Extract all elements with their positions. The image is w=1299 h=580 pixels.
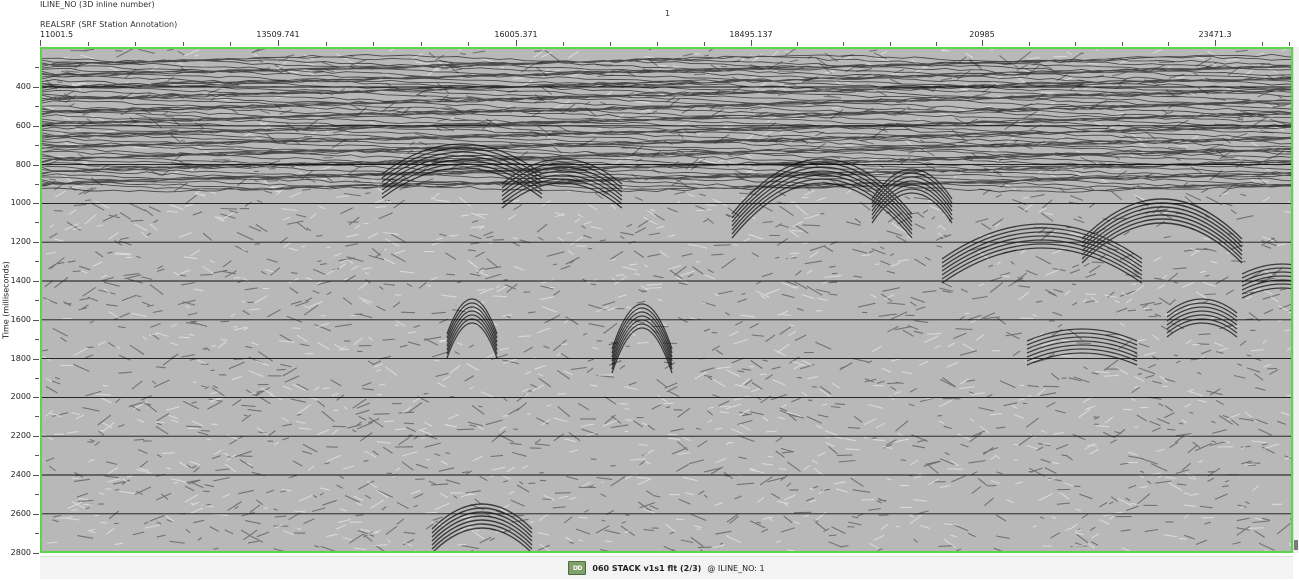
x-tick-label: 18495.137 <box>729 30 773 39</box>
y-tick-label: 1800 <box>10 354 31 363</box>
x-minor-tick <box>1029 42 1030 46</box>
x-minor-tick <box>183 42 184 46</box>
y-tick-label: 2000 <box>10 392 31 401</box>
y-tick-label: 600 <box>15 121 31 130</box>
y-minor-tick <box>35 145 39 146</box>
y-minor-tick <box>35 455 39 456</box>
x-minor-tick <box>1122 42 1123 46</box>
station-axis-title: REALSRF (SRF Station Annotation) <box>40 20 178 29</box>
y-tick <box>33 165 39 166</box>
y-tick-label: 2200 <box>10 431 31 440</box>
y-tick <box>33 359 39 360</box>
y-tick-label: 2800 <box>10 548 31 557</box>
y-tick <box>33 87 39 88</box>
seismic-section-image <box>42 49 1291 551</box>
x-tick <box>1215 40 1216 46</box>
x-minor-tick <box>326 42 327 46</box>
x-tick-label: 11001.5 <box>40 30 74 39</box>
x-minor-tick <box>1262 42 1263 46</box>
status-bar: DD 060 STACK v1s1 flt (2/3) @ ILINE_NO: … <box>40 556 1293 579</box>
y-tick <box>33 320 39 321</box>
y-tick <box>33 242 39 243</box>
y-minor-tick <box>35 339 39 340</box>
x-minor-tick <box>890 42 891 46</box>
dataset-context: @ ILINE_NO: 1 <box>707 563 765 573</box>
x-minor-tick <box>1289 42 1290 46</box>
dataset-name: 060 STACK v1s1 flt (2/3) <box>592 563 702 573</box>
x-tick <box>40 40 41 46</box>
iline-axis-value: 1 <box>665 9 671 18</box>
y-minor-tick <box>35 106 39 107</box>
right-scroll-strip[interactable] <box>1293 47 1299 553</box>
y-tick <box>33 281 39 282</box>
x-tick <box>516 40 517 46</box>
y-tick <box>33 514 39 515</box>
x-tick <box>982 40 983 46</box>
x-minor-tick <box>610 42 611 46</box>
dataset-icon[interactable]: DD <box>568 561 587 575</box>
y-minor-tick <box>35 494 39 495</box>
y-tick <box>33 126 39 127</box>
x-minor-tick <box>563 42 564 46</box>
iline-axis-title: ILINE_NO (3D inline number) <box>40 0 155 9</box>
y-tick <box>33 436 39 437</box>
x-tick <box>278 40 279 46</box>
y-tick-label: 800 <box>15 160 31 169</box>
y-minor-tick <box>35 533 39 534</box>
x-tick-label: 13509.741 <box>256 30 300 39</box>
x-minor-tick <box>843 42 844 46</box>
x-tick-label: 23471.3 <box>1198 30 1232 39</box>
x-minor-tick <box>936 42 937 46</box>
y-tick-label: 1000 <box>10 198 31 207</box>
x-minor-tick <box>797 42 798 46</box>
y-tick-label: 1200 <box>10 237 31 246</box>
y-minor-tick <box>35 378 39 379</box>
x-minor-tick <box>421 42 422 46</box>
y-minor-tick <box>35 300 39 301</box>
y-tick <box>33 203 39 204</box>
x-minor-tick <box>88 42 89 46</box>
y-tick <box>33 397 39 398</box>
scroll-handle[interactable] <box>1294 540 1298 550</box>
y-tick-label: 2600 <box>10 509 31 518</box>
x-minor-tick <box>1075 42 1076 46</box>
x-minor-tick <box>135 42 136 46</box>
y-tick <box>33 475 39 476</box>
dataset-icon-text: DD <box>572 564 582 572</box>
y-minor-tick <box>35 67 39 68</box>
x-tick <box>751 40 752 46</box>
x-minor-tick <box>704 42 705 46</box>
x-tick-label: 20985 <box>969 30 995 39</box>
y-tick-label: 400 <box>15 82 31 91</box>
x-minor-tick <box>1168 42 1169 46</box>
x-minor-tick <box>230 42 231 46</box>
seismic-plot[interactable] <box>40 47 1293 553</box>
x-tick-label: 16005.371 <box>494 30 538 39</box>
x-minor-tick <box>657 42 658 46</box>
y-minor-tick <box>35 222 39 223</box>
x-minor-tick <box>468 42 469 46</box>
x-minor-tick <box>373 42 374 46</box>
y-tick-label: 2400 <box>10 470 31 479</box>
y-minor-tick <box>35 416 39 417</box>
y-axis-title: Time (milliseconds) <box>1 261 11 339</box>
y-minor-tick <box>35 261 39 262</box>
y-tick <box>33 553 39 554</box>
y-minor-tick <box>35 184 39 185</box>
